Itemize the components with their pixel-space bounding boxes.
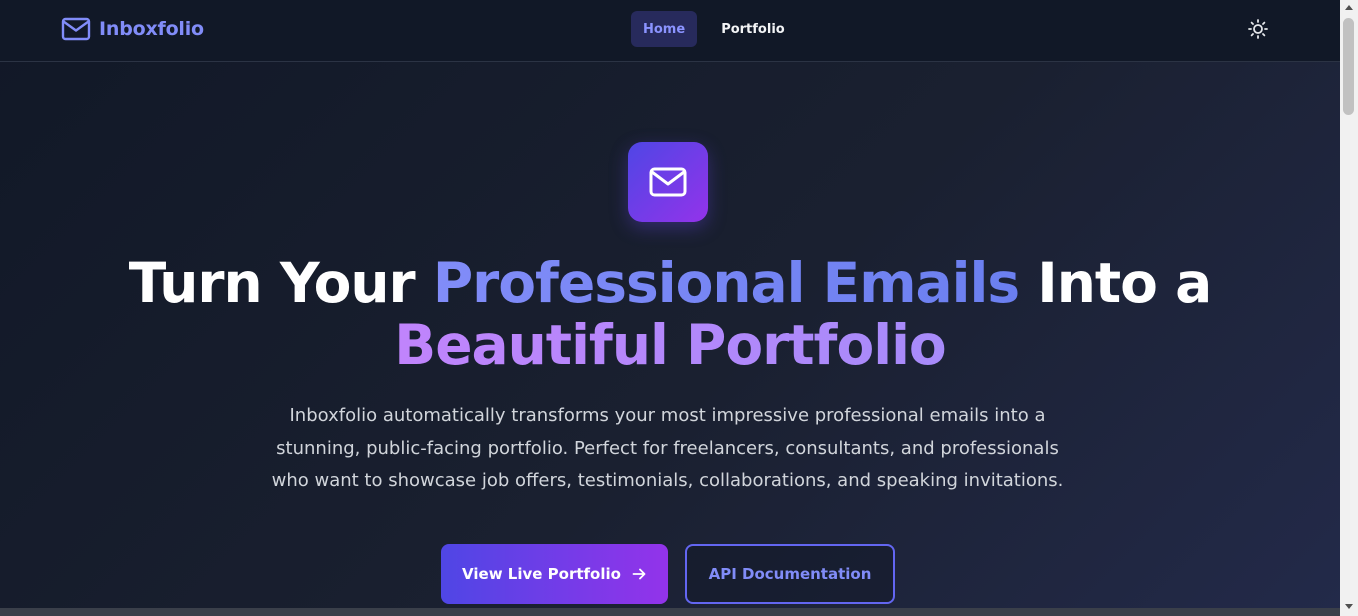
headline-highlight-2: Beautiful Portfolio [394,313,946,377]
headline-highlight-1: Professional Emails [432,251,1020,315]
theme-toggle-button[interactable] [1246,17,1270,41]
scroll-up-arrow-icon[interactable] [1345,5,1353,10]
nav-home[interactable]: Home [631,11,698,47]
api-documentation-label: API Documentation [708,565,872,583]
page: Inboxfolio Home Portfolio Turn Your Prof… [0,0,1340,616]
main-nav: Home Portfolio [631,11,797,47]
horizontal-scrollbar[interactable] [0,608,1340,616]
view-live-portfolio-button[interactable]: View Live Portfolio [441,544,668,604]
mail-icon [649,167,687,197]
vertical-scrollbar[interactable] [1340,0,1358,616]
arrow-right-icon [632,568,646,580]
mail-icon [61,17,91,41]
scroll-down-arrow-icon[interactable] [1345,604,1353,609]
hero-description: Inboxfolio automatically transforms your… [271,405,1064,491]
headline-text-1: Turn Your [128,251,433,315]
top-navbar: Inboxfolio Home Portfolio [0,0,1340,62]
hero-badge [628,142,708,222]
cta-buttons: View Live Portfolio API Documentation [441,544,895,604]
brand-name: Inboxfolio [99,18,204,40]
api-documentation-button[interactable]: API Documentation [685,544,895,604]
scrollbar-thumb[interactable] [1343,18,1354,115]
hero-headline: Turn Your Professional Emails Into a Bea… [0,252,1340,376]
brand-logo[interactable]: Inboxfolio [61,15,204,43]
nav-portfolio[interactable]: Portfolio [709,11,797,47]
sun-icon [1248,19,1268,39]
view-live-portfolio-label: View Live Portfolio [462,565,621,583]
headline-text-2: Into a [1019,251,1212,315]
